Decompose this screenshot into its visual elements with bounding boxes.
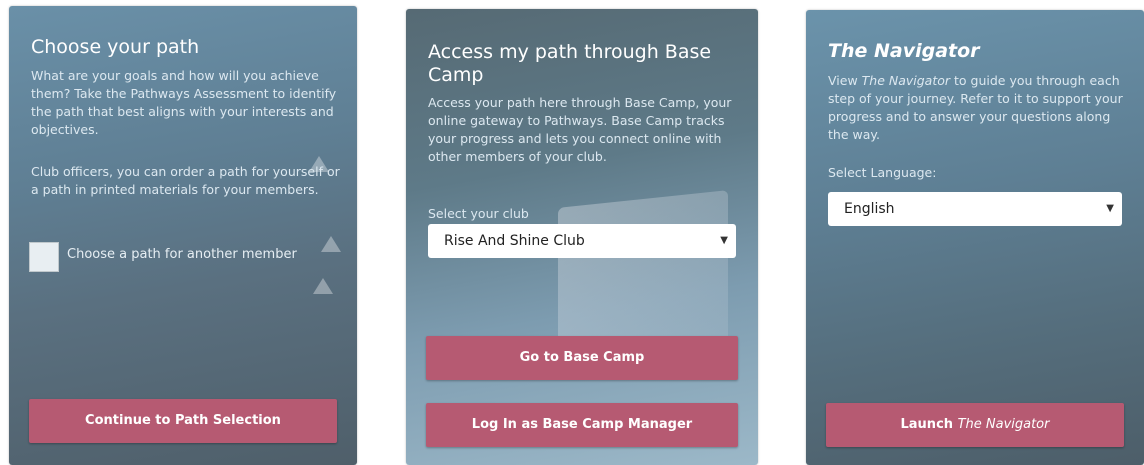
continue-path-selection-button[interactable]: Continue to Path Selection — [29, 399, 337, 443]
decor-triangle — [313, 278, 333, 294]
choose-path-card: Choose your path What are your goals and… — [9, 6, 357, 465]
choose-for-member-checkbox[interactable] — [29, 242, 59, 272]
club-select-value: Rise And Shine Club — [444, 233, 585, 249]
card-description: What are your goals and how will you ach… — [31, 68, 337, 137]
card-description: View The Navigator to guide you through … — [828, 72, 1128, 144]
card-title: Access my path through Base Camp — [428, 41, 712, 86]
description-text: View — [828, 73, 862, 88]
description-emphasis: The Navigator — [861, 73, 951, 88]
base-camp-card: Access my path through Base Camp Access … — [406, 9, 758, 465]
card-description: Access your path here through Base Camp,… — [428, 95, 732, 164]
language-select-label: Select Language: — [828, 165, 937, 180]
club-select[interactable]: Rise And Shine Club ▼ — [428, 224, 736, 258]
officers-note: Club officers, you can order a path for … — [31, 164, 340, 197]
decor-triangle — [321, 236, 341, 252]
checkbox-label: Choose a path for another member — [67, 247, 297, 262]
language-select-value: English — [844, 201, 895, 217]
launch-navigator-button[interactable]: Launch The Navigator — [826, 403, 1124, 447]
language-select[interactable]: English ▼ — [828, 192, 1122, 226]
button-label-emphasis: The Navigator — [957, 417, 1050, 432]
card-title: The Navigator — [828, 40, 980, 62]
caret-down-icon: ▼ — [1106, 203, 1114, 214]
caret-down-icon: ▼ — [720, 235, 728, 246]
navigator-card: The Navigator View The Navigator to guid… — [806, 10, 1144, 465]
button-label: Launch — [900, 417, 958, 432]
card-title: Choose your path — [31, 36, 200, 58]
club-select-label: Select your club — [428, 206, 529, 221]
go-to-base-camp-button[interactable]: Go to Base Camp — [426, 336, 738, 380]
base-camp-manager-login-button[interactable]: Log In as Base Camp Manager — [426, 403, 738, 447]
